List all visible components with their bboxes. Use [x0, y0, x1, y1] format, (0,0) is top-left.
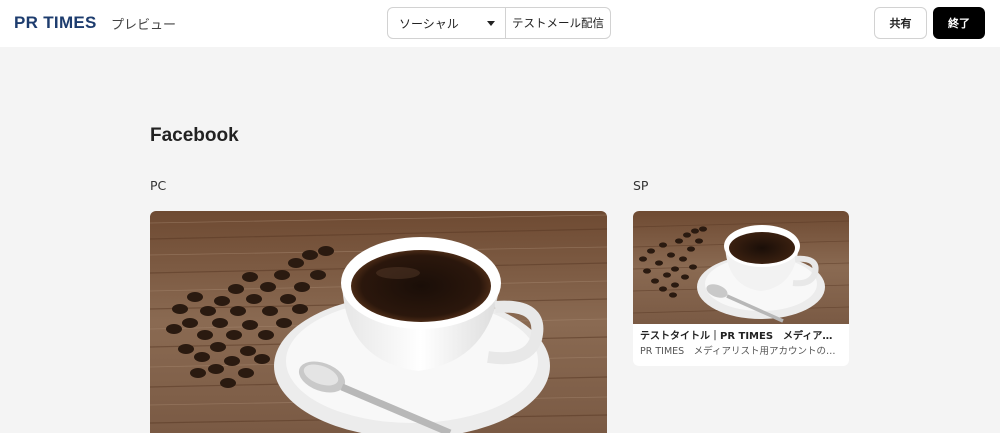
- caret-down-icon: [487, 20, 495, 26]
- preview-type-value: ソーシャル: [399, 16, 459, 31]
- sp-card-text: テストタイトル｜PR TIMES メディアリスト用アカウントのテスト PR TI…: [633, 324, 849, 359]
- share-button[interactable]: 共有: [874, 7, 927, 39]
- end-button[interactable]: 終了: [933, 7, 985, 39]
- test-mail-button[interactable]: テストメール配信: [506, 8, 610, 38]
- preview-controls: ソーシャル テストメール配信: [387, 7, 611, 39]
- preview-type-select[interactable]: ソーシャル: [388, 8, 506, 38]
- section-title: Facebook: [150, 125, 239, 146]
- pr-times-logo[interactable]: PR TIMES: [14, 13, 97, 33]
- coffee-thumbnail: [633, 211, 849, 324]
- sp-label: SP: [633, 178, 649, 193]
- pc-label: PC: [150, 178, 167, 193]
- sp-card-title: テストタイトル｜PR TIMES メディアリスト用アカウントのテスト: [640, 331, 842, 342]
- top-bar: PR TIMES プレビュー ソーシャル テストメール配信 共有 終了: [0, 0, 1000, 47]
- sp-card-description: PR TIMES メディアリスト用アカウントのテスト配信です: [640, 346, 842, 357]
- page-title: プレビュー: [111, 18, 177, 33]
- pc-preview-card: [150, 211, 607, 433]
- coffee-photo: [150, 211, 607, 433]
- sp-preview-card[interactable]: テストタイトル｜PR TIMES メディアリスト用アカウントのテスト PR TI…: [633, 211, 849, 366]
